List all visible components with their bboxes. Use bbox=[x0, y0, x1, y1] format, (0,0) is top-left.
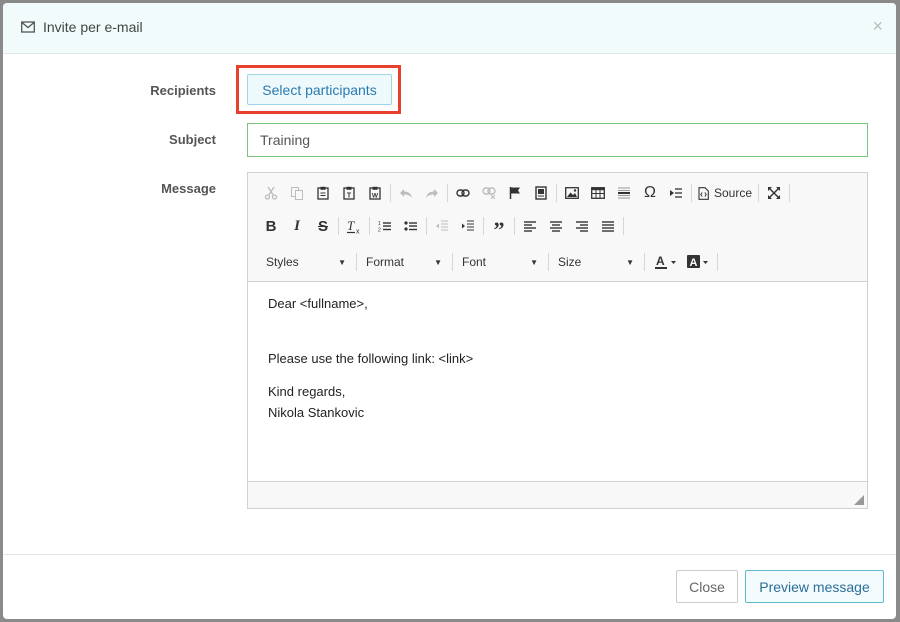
iframe-indent-icon[interactable] bbox=[663, 180, 689, 206]
align-right-icon[interactable] bbox=[569, 213, 595, 239]
svg-text:A: A bbox=[690, 257, 698, 269]
message-line: Dear <fullname>, bbox=[268, 296, 368, 311]
anchor-flag-icon[interactable] bbox=[502, 180, 528, 206]
toolbar-separator bbox=[789, 184, 791, 202]
bulleted-list-icon[interactable] bbox=[398, 213, 424, 239]
message-line: Nikola Stankovic bbox=[268, 405, 365, 420]
align-left-icon[interactable] bbox=[517, 213, 543, 239]
message-label: Message bbox=[161, 181, 216, 196]
toolbar-separator bbox=[390, 184, 391, 202]
preview-message-button[interactable]: Preview message bbox=[745, 570, 884, 603]
undo-icon[interactable] bbox=[393, 180, 419, 206]
close-button[interactable]: Close bbox=[676, 570, 738, 603]
format-label: Format bbox=[366, 255, 405, 269]
toolbar-separator bbox=[691, 184, 692, 202]
dialog-title: Invite per e-mail bbox=[43, 19, 143, 35]
special-char-omega-icon[interactable]: Ω bbox=[637, 180, 663, 206]
image-icon[interactable] bbox=[559, 180, 585, 206]
strikethrough-icon[interactable]: S bbox=[310, 213, 336, 239]
svg-text:W: W bbox=[372, 193, 379, 200]
editor-content[interactable]: Dear <fullname>, Please use the followin… bbox=[268, 293, 473, 423]
subject-label: Subject bbox=[169, 132, 216, 147]
font-dropdown[interactable]: Font ▼ bbox=[456, 251, 544, 273]
svg-text:T: T bbox=[347, 193, 352, 200]
remove-format-icon[interactable]: Tx bbox=[341, 213, 367, 239]
chevron-down-icon: ▼ bbox=[530, 257, 538, 267]
toolbar-separator bbox=[514, 217, 515, 235]
format-dropdown[interactable]: Format ▼ bbox=[360, 251, 448, 273]
message-editor: T W Ω Source B I S T x 1 2 ” Styles ▼ Fo… bbox=[247, 172, 868, 509]
invite-dialog: Invite per e-mail × Recipients Select pa… bbox=[3, 3, 896, 619]
bold-icon[interactable]: B bbox=[258, 213, 284, 239]
svg-text:T: T bbox=[347, 219, 355, 233]
paste-text-icon[interactable]: T bbox=[336, 180, 362, 206]
indent-icon[interactable] bbox=[455, 213, 481, 239]
message-line: Kind regards, bbox=[268, 384, 346, 399]
dialog-header: Invite per e-mail × bbox=[3, 3, 896, 54]
message-blank-line bbox=[268, 369, 473, 381]
maximize-icon[interactable] bbox=[761, 180, 787, 206]
redo-icon[interactable] bbox=[419, 180, 445, 206]
toolbar-separator bbox=[338, 217, 339, 235]
toolbar-separator bbox=[452, 253, 453, 271]
message-line: Please use the following link: <link> bbox=[268, 351, 474, 366]
chevron-down-icon: ▼ bbox=[626, 257, 634, 267]
toolbar-separator bbox=[717, 253, 718, 271]
toolbar-row-3: Styles ▼ Format ▼ Font ▼ Size ▼ A A bbox=[260, 249, 720, 275]
size-label: Size bbox=[558, 255, 582, 269]
copy-icon[interactable] bbox=[284, 180, 310, 206]
svg-text:2: 2 bbox=[378, 228, 381, 233]
blockquote-icon[interactable]: ” bbox=[486, 213, 512, 242]
toolbar-separator bbox=[483, 217, 484, 235]
source-label: Source bbox=[714, 186, 753, 200]
subject-input[interactable] bbox=[247, 123, 868, 157]
source-code-icon bbox=[698, 186, 709, 200]
message-blank-line bbox=[268, 314, 473, 348]
toolbar-separator bbox=[623, 217, 624, 235]
editor-status-bar bbox=[248, 481, 867, 508]
horizontal-line-icon[interactable] bbox=[611, 180, 637, 206]
outdent-icon[interactable] bbox=[429, 213, 455, 239]
toolbar-separator bbox=[548, 253, 549, 271]
recipients-label: Recipients bbox=[150, 83, 216, 98]
align-justify-icon[interactable] bbox=[595, 213, 621, 239]
styles-label: Styles bbox=[266, 255, 299, 269]
close-icon[interactable]: × bbox=[872, 17, 883, 35]
table-icon[interactable] bbox=[585, 180, 611, 206]
link-icon[interactable] bbox=[450, 180, 476, 206]
source-button[interactable]: Source bbox=[694, 180, 756, 206]
toolbar-row-2: B I S Tx 12 ” bbox=[258, 213, 626, 242]
italic-icon[interactable]: I bbox=[284, 213, 310, 239]
svg-text:1: 1 bbox=[378, 221, 381, 227]
editor-toolbar: T W Ω Source B I S T x 1 2 ” Styles ▼ Fo… bbox=[248, 173, 867, 282]
unlink-icon[interactable] bbox=[476, 180, 502, 206]
toolbar-separator bbox=[356, 253, 357, 271]
size-dropdown[interactable]: Size ▼ bbox=[552, 251, 640, 273]
page-break-icon[interactable] bbox=[528, 180, 554, 206]
envelope-icon bbox=[21, 21, 35, 33]
styles-dropdown[interactable]: Styles ▼ bbox=[260, 251, 352, 273]
chevron-down-icon: ▼ bbox=[434, 257, 442, 267]
paste-word-icon[interactable]: W bbox=[362, 180, 388, 206]
toolbar-separator bbox=[369, 217, 370, 235]
toolbar-separator bbox=[556, 184, 557, 202]
background-color-icon[interactable]: A bbox=[683, 249, 715, 275]
select-participants-button[interactable]: Select participants bbox=[247, 74, 392, 105]
toolbar-separator bbox=[447, 184, 448, 202]
chevron-down-icon: ▼ bbox=[338, 257, 346, 267]
font-label: Font bbox=[462, 255, 487, 269]
text-color-icon[interactable]: A bbox=[651, 249, 683, 275]
svg-text:A: A bbox=[656, 255, 665, 268]
svg-text:x: x bbox=[356, 228, 360, 234]
toolbar-separator bbox=[758, 184, 760, 202]
toolbar-separator bbox=[644, 253, 645, 271]
align-center-icon[interactable] bbox=[543, 213, 569, 239]
toolbar-row-1: T W Ω Source bbox=[258, 180, 792, 206]
paste-icon[interactable] bbox=[310, 180, 336, 206]
toolbar-separator bbox=[426, 217, 427, 235]
resize-handle-icon[interactable] bbox=[854, 495, 864, 505]
cut-icon[interactable] bbox=[258, 180, 284, 206]
numbered-list-icon[interactable]: 12 bbox=[372, 213, 398, 239]
